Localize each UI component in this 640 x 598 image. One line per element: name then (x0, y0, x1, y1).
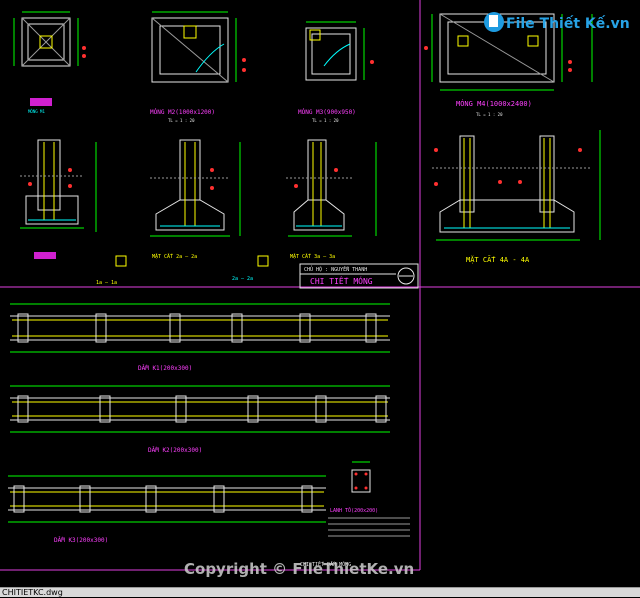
svg-text:2a — 2a: 2a — 2a (232, 276, 253, 282)
svg-text:TL = 1 : 20: TL = 1 : 20 (168, 118, 195, 123)
section-3a-label: MẶT CẮT 3a — 3a (290, 253, 335, 260)
svg-text:TL = 1 : 20: TL = 1 : 20 (312, 118, 339, 123)
footing-m1-label: MÓNG M1 (28, 109, 45, 114)
footing-m3-label: MÓNG M3(900x950) (298, 109, 356, 116)
beam-k3[interactable]: DẦM K3(200x300) (8, 475, 326, 544)
section-2a[interactable]: MẶT CẮT 2a — 2a (115, 139, 241, 267)
footing-m2-label: MÓNG M2(1000x1200) (150, 109, 215, 116)
footing-m2-plan[interactable]: MÓNG M2(1000x1200) TL = 1 : 20 (150, 11, 246, 123)
svg-text:1a — 1a: 1a — 1a (96, 280, 117, 286)
section-4a[interactable]: MẶT CẮT 4A - 4A (432, 130, 601, 264)
cad-drawing-canvas[interactable]: MÓNG M1 MÓNG M2(1000x1200) TL = 1 : 20 M… (0, 0, 640, 587)
footing-m3-plan[interactable]: MÓNG M3(900x950) TL = 1 : 20 (298, 21, 374, 123)
footing-m1-plan[interactable]: MÓNG M1 (13, 11, 86, 114)
watermark-copyright: Copyright © FileThietKe.vn (184, 560, 414, 578)
section-2a-label: MẶT CẮT 2a — 2a (152, 253, 197, 260)
beam-k2[interactable]: DẦM K2(200x300) (10, 385, 390, 454)
lintel-label: LANH TÔ(200x200) (330, 507, 378, 514)
beam-k2-label: DẦM K2(200x300) (148, 447, 202, 454)
section-4a-label: MẶT CẮT 4A - 4A (466, 255, 530, 264)
section-3a[interactable]: MẶT CẮT 3a — 3a (257, 139, 377, 267)
watermark-logo: File Thiết Kế.vn (484, 12, 630, 32)
lintel-detail[interactable]: LANH TÔ(200x200) (328, 461, 410, 537)
drawing-title: CHI TIẾT MÓNG (310, 275, 373, 286)
title-block[interactable]: CHỦ HỘ : NGUYỄN THANH CHI TIẾT MÓNG (299, 263, 419, 289)
section-markers: 1a — 1a 2a — 2a (96, 276, 253, 286)
status-bar: CHITIETKC.dwg (0, 587, 640, 597)
section-1a[interactable] (20, 139, 97, 259)
beam-k3-label: DẦM K3(200x300) (54, 537, 108, 544)
beam-k1-label: DẦM K1(200x300) (138, 365, 192, 372)
footing-m4-label: MÓNG M4(1000x2400) (456, 99, 532, 108)
svg-text:TL = 1 : 20: TL = 1 : 20 (476, 112, 503, 117)
owner-text: CHỦ HỘ : NGUYỄN THANH (304, 265, 367, 273)
svg-text:File Thiết Kế.vn: File Thiết Kế.vn (506, 15, 630, 32)
beam-k1[interactable]: DẦM K1(200x300) (10, 303, 390, 372)
